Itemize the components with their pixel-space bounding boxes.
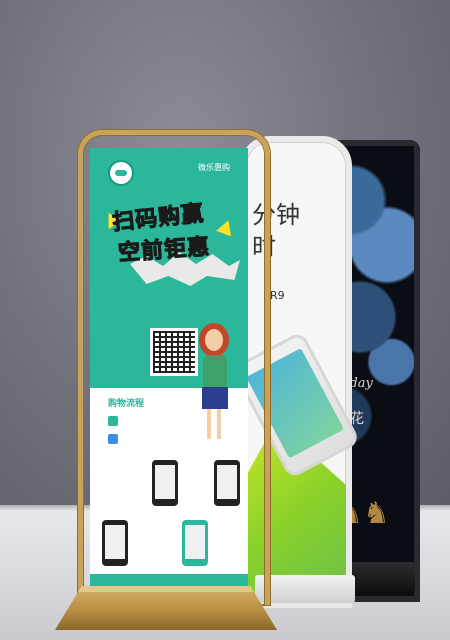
white-poster-model: R9 — [270, 289, 285, 302]
gold-stand-base — [55, 586, 277, 630]
white-stand-base — [255, 575, 355, 603]
product-photo-scene: AS Friday 鲜花 ♞♞ 分钟 时 R9 微乐惠购 扫码购赢 空前钜惠 购… — [0, 0, 450, 640]
gold-display-frame — [78, 130, 270, 605]
